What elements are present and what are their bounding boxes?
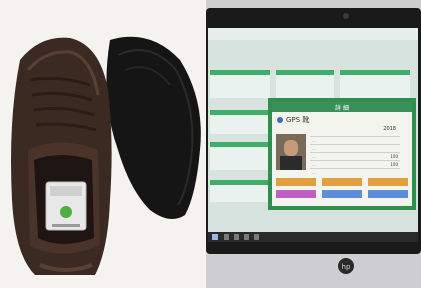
svg-text:...: ... [312, 146, 316, 151]
svg-text:...: ... [312, 170, 316, 175]
shoe-photo [0, 0, 206, 288]
svg-text:100: 100 [390, 162, 398, 167]
gps-device [45, 181, 87, 231]
device-indicator-icon [60, 206, 72, 218]
webcam-icon [343, 13, 349, 19]
dialog-id: 2018 [383, 126, 396, 132]
svg-text:100: 100 [390, 154, 398, 159]
laptop-illustration: 詳 細 GPS 靴 2018 ... ... ... ... ... 100 1… [206, 0, 421, 288]
dialog-header: 詳 細 [335, 104, 349, 112]
detail-dialog[interactable]: 詳 細 GPS 靴 2018 ... ... ... ... ... 100 1… [268, 98, 416, 210]
dialog-title: GPS 靴 [286, 115, 309, 124]
start-icon[interactable] [212, 234, 218, 240]
svg-text:...: ... [312, 162, 316, 167]
dialog-button-2[interactable] [322, 178, 362, 186]
dialog-button-4[interactable] [276, 190, 316, 198]
shoe [11, 37, 112, 275]
taskbar [208, 232, 418, 242]
dialog-button-6[interactable] [368, 190, 408, 198]
dialog-button-5[interactable] [322, 190, 362, 198]
svg-text:...: ... [312, 154, 316, 159]
shoe-illustration [0, 0, 206, 288]
svg-text:...: ... [312, 138, 316, 143]
dialog-button-3[interactable] [368, 178, 408, 186]
laptop-photo: 詳 細 GPS 靴 2018 ... ... ... ... ... 100 1… [206, 0, 421, 288]
laptop-brand: hp [342, 263, 351, 271]
user-icon [277, 117, 283, 123]
dialog-button-1[interactable] [276, 178, 316, 186]
